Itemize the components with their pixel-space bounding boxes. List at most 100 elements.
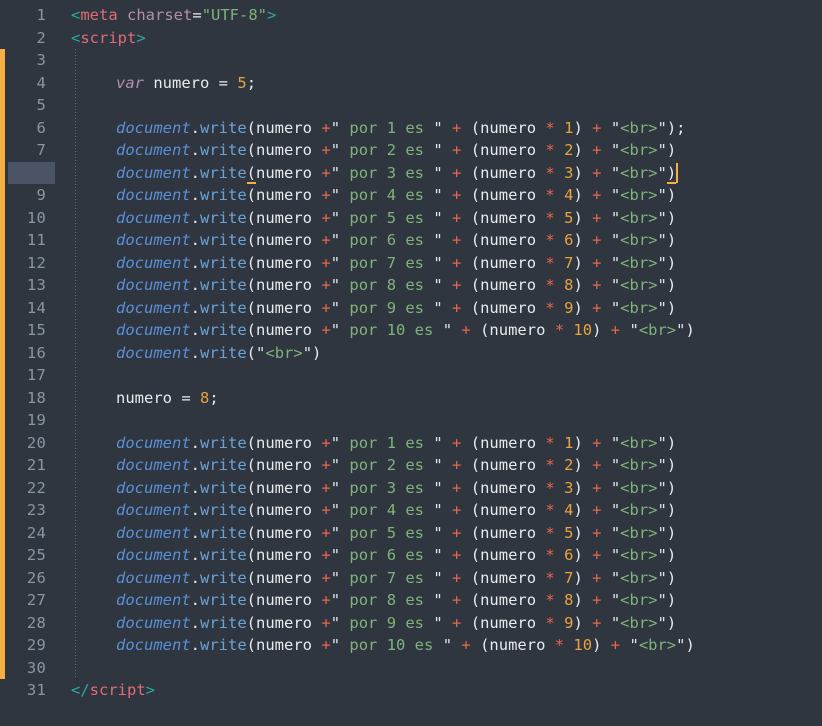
- token-op: *: [545, 186, 555, 204]
- token-str: <br>: [620, 568, 658, 587]
- token-op: *: [545, 163, 555, 182]
- token-op: *: [545, 141, 555, 159]
- code-line[interactable]: document.write(numero +" por 8 es " + (n…: [0, 589, 676, 612]
- token-quote: ": [657, 253, 667, 272]
- token-meth: write: [200, 321, 247, 339]
- token-bracket: ): [573, 478, 583, 497]
- token-punct: [443, 186, 452, 204]
- token-bracket: ): [666, 253, 677, 272]
- token-punct: .: [190, 208, 200, 227]
- token-str: por 2 es: [340, 141, 434, 159]
- token-var: numero: [480, 456, 546, 474]
- token-punct: [443, 479, 452, 497]
- token-punct: [461, 434, 470, 452]
- token-bracket: ): [666, 591, 677, 609]
- code-line[interactable]: [0, 94, 80, 117]
- code-line[interactable]: document.write(numero +" por 5 es " + (n…: [0, 207, 676, 230]
- token-quote: ": [433, 456, 443, 474]
- code-editor[interactable]: 1234567891011121314151617181920212223242…: [0, 0, 822, 726]
- token-op: +: [452, 276, 462, 294]
- token-var: numero: [256, 276, 322, 294]
- token-punct: [461, 254, 470, 272]
- code-line[interactable]: numero = 8;: [0, 387, 219, 410]
- code-line[interactable]: var numero = 5;: [0, 72, 256, 95]
- token-quote: ": [433, 163, 443, 182]
- code-line[interactable]: document.write(numero +" por 7 es " + (n…: [0, 567, 676, 590]
- token-bracket: (: [246, 253, 257, 272]
- code-line[interactable]: <script>: [0, 27, 146, 50]
- token-bracket: ): [666, 568, 677, 587]
- code-line[interactable]: document.write(numero +" por 10 es " + (…: [0, 634, 695, 657]
- token-punct: [461, 501, 470, 519]
- code-line[interactable]: document.write(numero +" por 6 es " + (n…: [0, 229, 676, 252]
- token-punct: .: [190, 231, 200, 249]
- token-punct: [555, 501, 564, 519]
- token-obj: document: [116, 343, 191, 362]
- token-quote: ": [330, 613, 341, 632]
- token-quote: ": [330, 321, 341, 339]
- code-line[interactable]: [0, 657, 80, 680]
- token-meth: write: [200, 231, 247, 249]
- code-line[interactable]: [0, 49, 80, 72]
- token-var: numero: [256, 321, 322, 339]
- token-punct: [461, 276, 470, 294]
- token-bracket: ): [573, 523, 583, 542]
- token-bracket: ): [573, 276, 583, 294]
- token-punct: [555, 614, 564, 632]
- token-bracket: (: [470, 433, 481, 452]
- code-line[interactable]: document.write(numero +" por 2 es " + (n…: [0, 139, 676, 162]
- code-line[interactable]: [0, 409, 80, 432]
- token-quote: ": [433, 433, 443, 452]
- token-punct: [601, 231, 610, 249]
- token-quote: ": [330, 568, 341, 587]
- token-obj: document: [116, 321, 191, 339]
- token-op: +: [321, 118, 331, 137]
- token-quote: ": [256, 343, 266, 362]
- code-line[interactable]: document.write(numero +" por 5 es " + (n…: [0, 522, 676, 545]
- token-tag: meta: [80, 6, 118, 24]
- token-bracket: (: [246, 298, 257, 317]
- token-quote: ": [433, 546, 443, 564]
- code-line[interactable]: [0, 364, 80, 387]
- code-line[interactable]: </script>: [0, 679, 155, 702]
- token-meth: write: [200, 253, 247, 272]
- token-quote: ": [657, 231, 667, 249]
- token-quote: ": [330, 636, 341, 654]
- token-quote: ": [629, 636, 639, 654]
- token-punct: [461, 546, 470, 564]
- token-str: <br>: [620, 501, 658, 519]
- token-quote: ": [330, 523, 341, 542]
- modified-lines-change-bar[interactable]: [0, 49, 5, 679]
- token-quote: ": [657, 456, 667, 474]
- code-line[interactable]: document.write(numero +" por 8 es " + (n…: [0, 274, 676, 297]
- code-line[interactable]: document.write("<br>"): [0, 342, 321, 365]
- code-line[interactable]: document.write(numero +" por 3 es " + (n…: [0, 477, 676, 500]
- token-quote: ": [657, 141, 667, 159]
- code-line[interactable]: document.write(numero +" por 10 es " + (…: [0, 319, 695, 342]
- token-str: por 2 es: [340, 456, 434, 474]
- token-meth: write: [200, 591, 247, 609]
- token-var: numero: [256, 546, 322, 564]
- code-line[interactable]: document.write(numero +" por 1 es " + (n…: [0, 117, 686, 140]
- code-line[interactable]: document.write(numero +" por 9 es " + (n…: [0, 612, 676, 635]
- code-line[interactable]: document.write(numero +" por 3 es " + (n…: [0, 162, 677, 185]
- code-line[interactable]: document.write(numero +" por 7 es " + (n…: [0, 252, 676, 275]
- token-var: numero: [256, 208, 322, 227]
- code-content-area[interactable]: <meta charset="UTF-8"> <script> var numer…: [0, 0, 822, 726]
- code-line[interactable]: document.write(numero +" por 9 es " + (n…: [0, 297, 676, 320]
- code-line[interactable]: document.write(numero +" por 4 es " + (n…: [0, 184, 676, 207]
- token-str: por 7 es: [340, 568, 434, 587]
- token-op: +: [321, 523, 331, 542]
- token-bracket: ): [573, 546, 583, 564]
- code-line[interactable]: document.write(numero +" por 4 es " + (n…: [0, 499, 676, 522]
- token-bracket: ): [666, 546, 677, 564]
- code-line[interactable]: document.write(numero +" por 6 es " + (n…: [0, 544, 676, 567]
- code-line[interactable]: document.write(numero +" por 2 es " + (n…: [0, 454, 676, 477]
- token-angle: <: [71, 28, 81, 47]
- code-line[interactable]: <meta charset="UTF-8">: [0, 4, 276, 27]
- code-line[interactable]: document.write(numero +" por 1 es " + (n…: [0, 432, 676, 455]
- token-punct: ;: [209, 388, 219, 407]
- token-op: +: [452, 591, 462, 609]
- token-op: +: [452, 523, 462, 542]
- token-bracket: ): [573, 613, 583, 632]
